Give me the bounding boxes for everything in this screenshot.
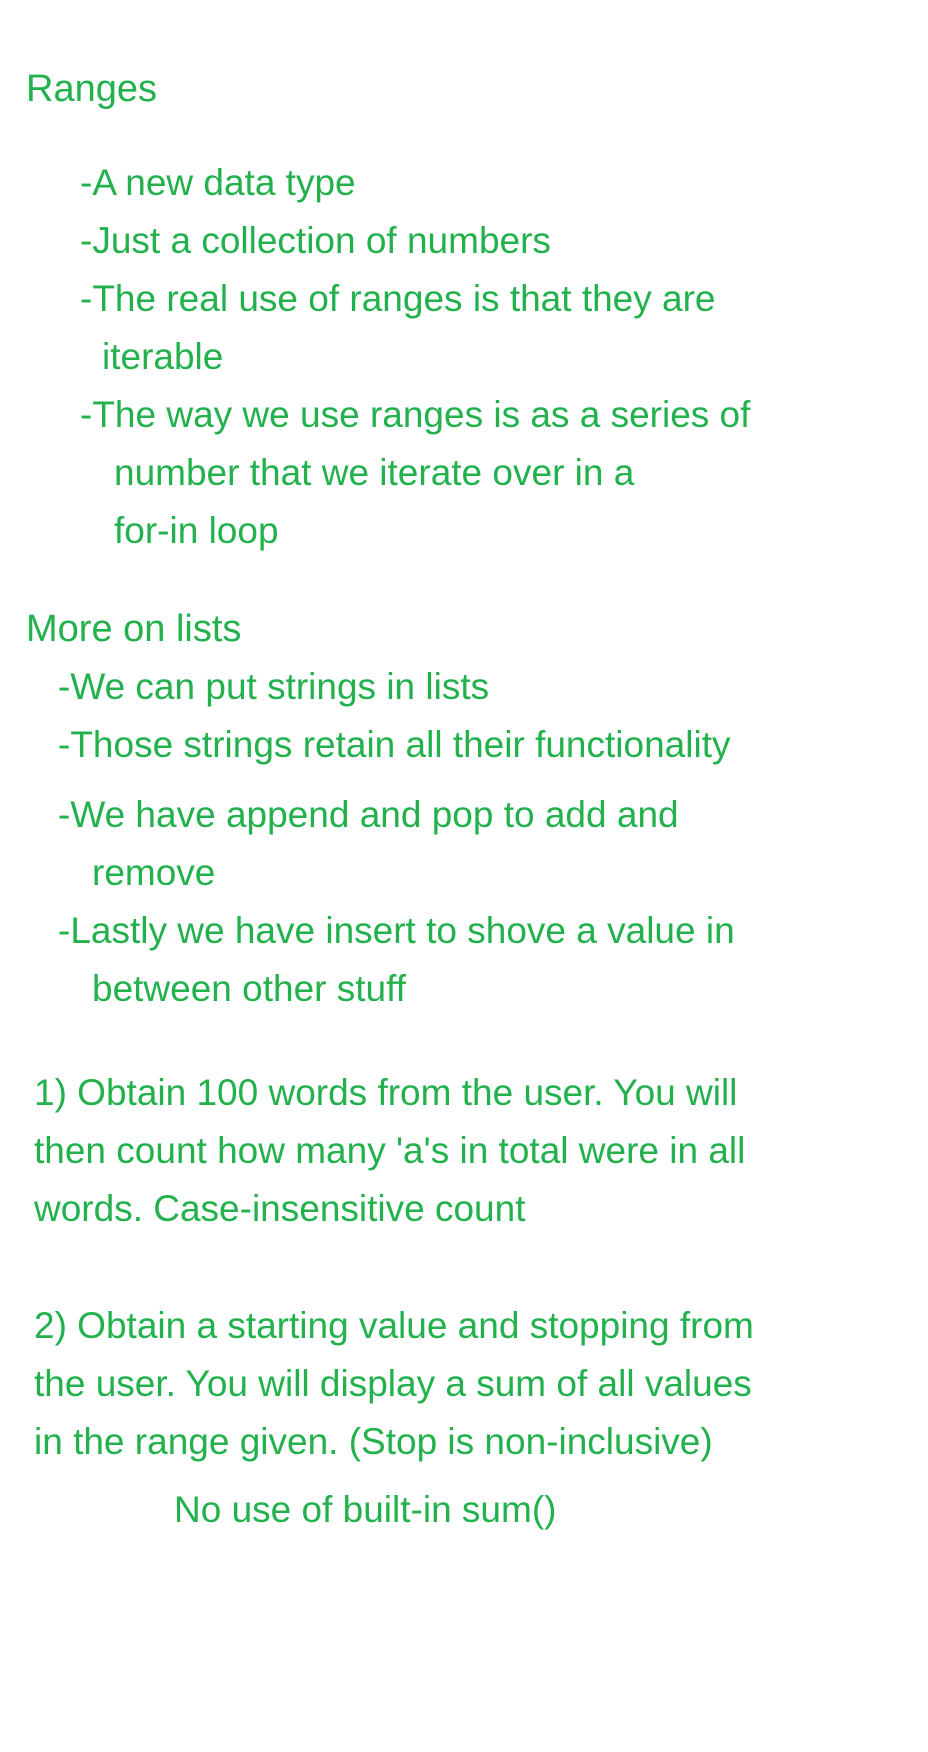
ranges-note-4-cont-1: number that we iterate over in a (114, 452, 635, 493)
exercise-2-line-3: in the range given. (Stop is non-inclusi… (34, 1421, 713, 1462)
lists-note-3: -We have append and pop to add and (58, 794, 679, 835)
exercise-1-line-1: 1) Obtain 100 words from the user. You w… (34, 1072, 738, 1113)
ranges-note-1: -A new data type (80, 162, 356, 203)
ranges-heading: Ranges (26, 68, 157, 110)
ranges-note-4: -The way we use ranges is as a series of (80, 394, 751, 435)
lists-note-2: -Those strings retain all their function… (58, 724, 731, 765)
ranges-note-2: -Just a collection of numbers (80, 220, 551, 261)
exercise-2-line-1: 2) Obtain a starting value and stopping … (34, 1305, 754, 1346)
lists-note-3-cont: remove (92, 852, 216, 893)
exercise-1-line-2: then count how many 'a's in total were i… (34, 1130, 746, 1171)
exercise-2-note: No use of built-in sum() (174, 1489, 557, 1530)
lists-note-1: -We can put strings in lists (58, 666, 490, 707)
lists-note-4: -Lastly we have insert to shove a value … (58, 910, 735, 951)
exercise-2-line-2: the user. You will display a sum of all … (34, 1363, 752, 1404)
lists-heading: More on lists (26, 608, 242, 650)
exercise-1-line-3: words. Case-insensitive count (34, 1188, 526, 1229)
notes-page: Ranges -A new data type -Just a collecti… (0, 0, 928, 1752)
ranges-note-3: -The real use of ranges is that they are (80, 278, 716, 319)
ranges-note-4-cont-2: for-in loop (114, 510, 279, 551)
lists-note-4-cont: between other stuff (92, 968, 407, 1009)
ranges-note-3-cont: iterable (102, 336, 224, 377)
